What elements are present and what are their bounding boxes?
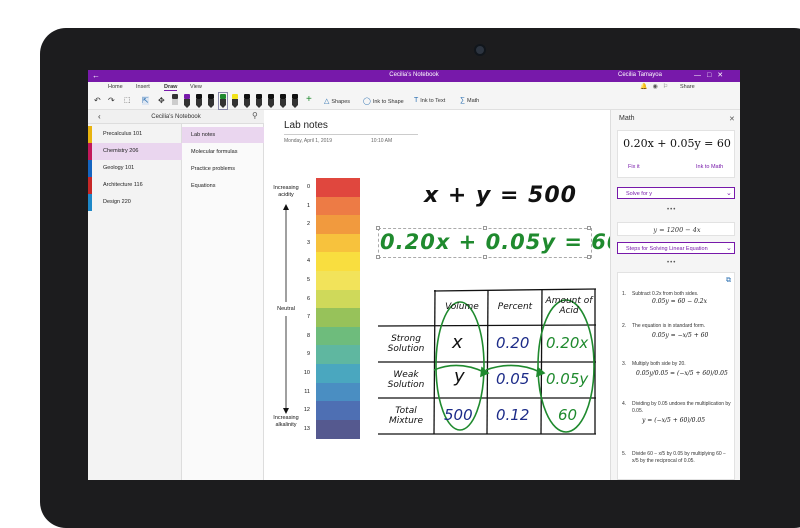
step-number: 4. [622, 401, 627, 407]
recognized-equation: 0.20x + 0.05y = 60 [623, 137, 731, 150]
cell-weak-percent[interactable]: 0.05 [496, 370, 529, 388]
step-text: Divide 60 − x/5 by 0.05 by multiplying 6… [632, 451, 726, 464]
cell-strong-amount[interactable]: 0.20x [546, 334, 588, 352]
steps-select-value: Steps for Solving Linear Equation [626, 246, 708, 252]
cell-weak-volume[interactable]: y [454, 366, 465, 387]
step-math: y = (−x/5 + 60)/0.05 [642, 417, 706, 424]
math-pane: Math ✕ 0.20x + 0.05y = 60 Fix it Ink to … [610, 110, 740, 480]
table-header-amount: Amount of Acid [545, 296, 593, 316]
step-text: Subtract 0.2x from both sides. [632, 291, 699, 297]
close-icon[interactable]: ✕ [729, 115, 735, 123]
fix-it-link[interactable]: Fix it [628, 164, 640, 170]
cell-weak-amount[interactable]: 0.05y [546, 370, 588, 388]
row-label-strong: Strong Solution [387, 334, 425, 354]
step-text: The equation is in standard form. [632, 323, 706, 329]
cell-strong-percent[interactable]: 0.20 [496, 334, 529, 352]
cell-strong-volume[interactable]: x [452, 332, 463, 353]
ink-to-math-link[interactable]: Ink to Math [696, 164, 723, 170]
step-number: 1. [622, 291, 627, 297]
table-header-volume: Volume [445, 302, 479, 312]
cell-total-percent[interactable]: 0.12 [496, 406, 529, 424]
cell-total-volume[interactable]: 500 [444, 406, 473, 424]
step-text: Multiply both side by 20. [632, 361, 686, 367]
step-math: 0.05y = 60 − 0.2x [652, 298, 707, 305]
drag-handle[interactable]: ••• [667, 260, 676, 266]
step-text: Dividing by 0.05 undoes the multiplicati… [632, 401, 731, 414]
chevron-down-icon: ⌄ [726, 190, 732, 197]
copy-steps-icon[interactable]: ⧉ [726, 277, 731, 285]
steps-card: ⧉ 1. Subtract 0.2x from both sides. 0.05… [617, 272, 735, 480]
step-math: 0.05y = −x/5 + 60 [652, 332, 709, 339]
row-label-weak: Weak Solution [387, 370, 425, 390]
cell-total-amount[interactable]: 60 [558, 406, 577, 424]
onenote-window: ← Cecilia's Notebook Cecilia Tamayoa —□✕… [88, 70, 740, 480]
math-pane-title: Math [619, 115, 635, 122]
step-number: 3. [622, 361, 627, 367]
recognized-equation-card: 0.20x + 0.05y = 60 Fix it Ink to Math [617, 130, 735, 178]
drag-handle[interactable]: ••• [667, 207, 676, 213]
step-number: 2. [622, 323, 627, 329]
solution-card: y = 1200 − 4x [617, 222, 735, 236]
action-select[interactable]: Solve for y ⌄ [617, 187, 735, 199]
table-header-percent: Percent [497, 302, 533, 312]
action-select-value: Solve for y [626, 191, 652, 197]
solution-result: y = 1200 − 4x [653, 226, 701, 234]
camera-lens [474, 44, 486, 56]
step-number: 5. [622, 451, 627, 457]
chevron-down-icon: ⌄ [726, 245, 732, 252]
row-label-total: Total Mixture [388, 406, 424, 426]
steps-select[interactable]: Steps for Solving Linear Equation ⌄ [617, 242, 735, 254]
step-math: 0.05y/0.05 = (−x/5 + 60)/0.05 [636, 370, 728, 377]
